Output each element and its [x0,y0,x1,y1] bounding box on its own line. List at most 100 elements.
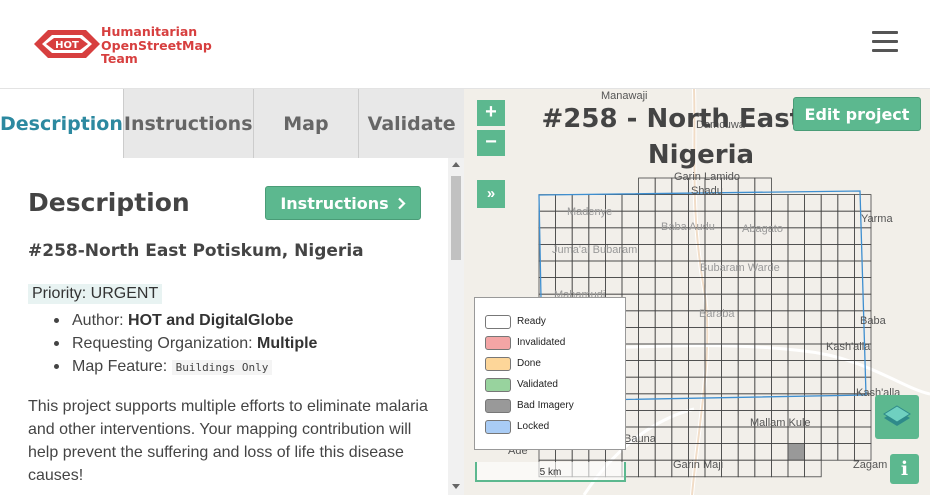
task-cell[interactable] [687,277,706,295]
task-cell[interactable] [787,210,806,229]
task-cell[interactable] [820,243,839,262]
task-cell[interactable] [737,293,756,312]
task-cell[interactable] [787,343,806,362]
task-cell[interactable] [853,194,872,212]
task-cell[interactable] [621,194,640,212]
task-cell[interactable] [804,227,822,245]
task-cell[interactable] [787,443,806,461]
task-cell[interactable] [804,194,822,212]
task-cell[interactable] [837,443,855,461]
task-cell[interactable] [671,443,689,461]
task-cell[interactable] [837,376,855,395]
task-cell[interactable] [604,277,623,295]
task-cell[interactable] [687,393,706,411]
task-cell[interactable] [654,376,673,395]
project-map[interactable]: Manawaji Damcuwa Garin Lamido Shadu Made… [464,89,930,495]
task-cell[interactable] [853,426,872,445]
task-cell[interactable] [638,343,656,362]
task-cell[interactable] [687,343,706,362]
task-cell[interactable] [770,310,789,328]
task-cell[interactable] [787,293,806,312]
task-cell[interactable] [671,243,689,262]
task-cell[interactable] [787,459,806,478]
task-cell[interactable] [638,243,656,262]
task-cell[interactable] [737,426,756,445]
task-cell[interactable] [770,360,789,378]
task-cell[interactable] [754,360,772,378]
task-cell[interactable] [654,443,673,461]
task-cell[interactable] [820,277,839,295]
task-cell[interactable] [737,194,756,212]
task-cell[interactable] [853,243,872,262]
layers-button[interactable] [875,395,919,439]
task-cell[interactable] [820,360,839,378]
task-cell[interactable] [820,376,839,395]
task-cell[interactable] [687,409,706,428]
task-cell[interactable] [654,260,673,279]
task-cell[interactable] [721,393,739,411]
task-cell[interactable] [704,409,723,428]
task-cell[interactable] [737,393,756,411]
task-cell[interactable] [721,243,739,262]
task-cell[interactable] [754,426,772,445]
task-cell[interactable] [704,426,723,445]
task-cell[interactable] [538,260,557,279]
task-cell[interactable] [737,310,756,328]
task-cell[interactable] [654,243,673,262]
panel-scrollbar[interactable] [448,158,464,495]
task-cell[interactable] [837,293,855,312]
task-cell[interactable] [721,343,739,362]
task-cell[interactable] [737,360,756,378]
task-cell[interactable] [687,360,706,378]
task-cell[interactable] [638,443,656,461]
task-cell[interactable] [804,277,822,295]
task-cell[interactable] [804,360,822,378]
task-cell[interactable] [787,426,806,445]
task-cell[interactable] [721,409,739,428]
task-cell[interactable] [770,243,789,262]
task-cell[interactable] [721,210,739,229]
task-cell[interactable] [571,227,590,245]
task-cell[interactable] [538,194,557,212]
task-cell[interactable] [804,326,822,345]
task-cell[interactable] [721,459,739,478]
task-cell[interactable] [621,260,640,279]
task-cell[interactable] [538,210,557,229]
task-cell[interactable] [721,277,739,295]
task-cell[interactable] [737,443,756,461]
task-cell[interactable] [754,376,772,395]
task-cell[interactable] [621,210,640,229]
task-cell[interactable] [538,227,557,245]
task-cell[interactable] [837,393,855,411]
task-cell[interactable] [737,277,756,295]
tab-instructions[interactable]: Instructions [123,89,254,158]
task-cell[interactable] [588,260,606,279]
task-cell[interactable] [704,443,723,461]
task-cell[interactable] [770,343,789,362]
task-cell[interactable] [853,443,872,461]
task-cell[interactable] [721,443,739,461]
task-cell[interactable] [804,459,822,478]
task-cell[interactable] [787,243,806,262]
tab-validate[interactable]: Validate [359,89,464,158]
task-cell[interactable] [754,310,772,328]
task-cell[interactable] [820,293,839,312]
task-cell[interactable] [555,260,573,279]
task-cell[interactable] [671,293,689,312]
task-cell[interactable] [837,227,855,245]
scroll-thumb[interactable] [451,176,461,260]
task-cell[interactable] [671,409,689,428]
task-cell[interactable] [770,326,789,345]
task-cell[interactable] [687,426,706,445]
task-cell[interactable] [687,326,706,345]
task-cell[interactable] [754,194,772,212]
task-cell[interactable] [621,277,640,295]
task-cell[interactable] [804,293,822,312]
task-cell[interactable] [687,443,706,461]
task-cell[interactable] [671,326,689,345]
task-cell[interactable] [721,376,739,395]
task-cell[interactable] [721,227,739,245]
tab-description[interactable]: Description [0,89,124,158]
task-cell[interactable] [638,277,656,295]
task-cell[interactable] [820,260,839,279]
